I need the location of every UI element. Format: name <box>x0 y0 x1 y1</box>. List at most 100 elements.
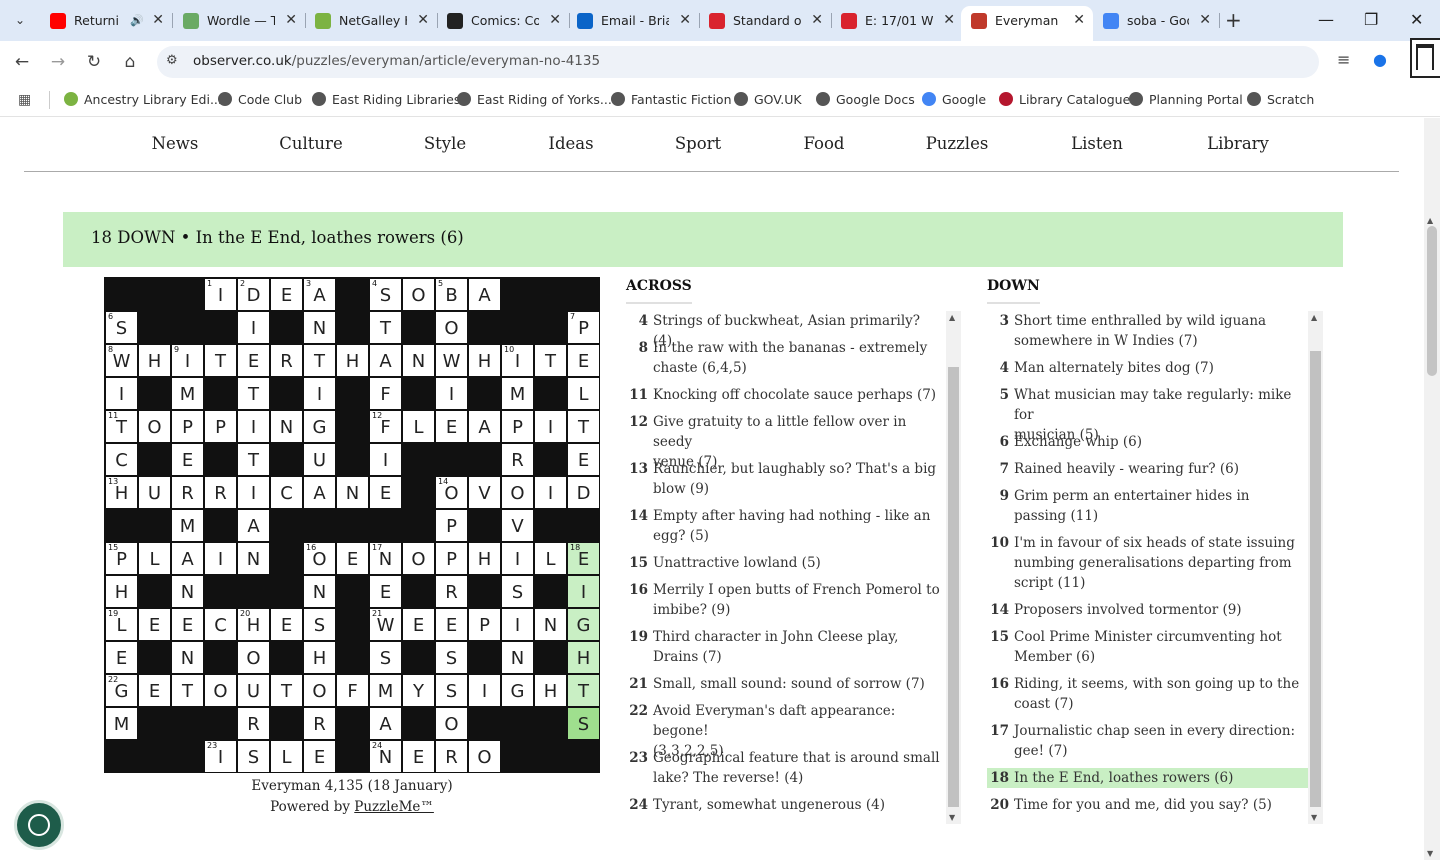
clue-down-15[interactable]: 15 Cool Prime Minister circumventing hot M… <box>987 627 1308 667</box>
grid-cell[interactable]: T <box>172 675 203 706</box>
grid-cell[interactable]: A <box>370 345 401 376</box>
grid-cell[interactable]: I <box>238 312 269 343</box>
clue-across-19[interactable]: 19 Third character in John Cleese play, Dr… <box>626 627 942 667</box>
grid-cell[interactable]: 4S <box>370 279 401 310</box>
grid-cell[interactable]: 14 O <box>436 477 467 508</box>
across-clue-list[interactable]: 4 Strings of buckwheat, Asian primarily? … <box>626 311 942 824</box>
close-tab-icon[interactable]: ✕ <box>1073 6 1085 35</box>
grid-cell[interactable]: E <box>172 609 203 640</box>
clue-down-3[interactable]: 3 Short time enthralled by wild iguana som… <box>987 311 1308 351</box>
nav-puzzles[interactable]: Puzzles <box>926 134 989 153</box>
close-tab-icon[interactable]: ✕ <box>679 6 691 35</box>
grid-cell[interactable]: E <box>304 741 335 772</box>
clue-down-5[interactable]: 5 What musician may take regularly: mike … <box>987 385 1308 443</box>
puzzleme-link[interactable]: PuzzleMe™ <box>354 799 434 815</box>
grid-cell[interactable]: L <box>403 411 434 442</box>
forward-icon[interactable]: → <box>46 50 70 74</box>
audio-icon[interactable]: 🔊 <box>130 6 144 35</box>
grid-cell[interactable]: P <box>172 411 203 442</box>
grid-cell[interactable]: V <box>469 477 500 508</box>
tab-2[interactable]: Wordle — T ✕ <box>173 6 306 35</box>
cookie-settings-button[interactable] <box>14 800 64 850</box>
grid-cell[interactable]: E <box>139 675 170 706</box>
grid-cell[interactable]: L <box>271 741 302 772</box>
grid-cell[interactable]: R <box>205 477 236 508</box>
clue-down-20[interactable]: 20 Time for you and me, did you say? (5) <box>987 795 1308 815</box>
grid-cell[interactable]: N <box>271 411 302 442</box>
nav-ideas[interactable]: Ideas <box>548 134 593 153</box>
grid-cell[interactable]: G <box>568 609 599 640</box>
grid-cell[interactable]: H <box>535 675 566 706</box>
grid-cell[interactable]: T <box>238 444 269 475</box>
grid-cell[interactable]: I <box>238 411 269 442</box>
clue-across-22[interactable]: 22 Avoid Everyman's daft appearance: bego… <box>626 701 942 759</box>
grid-cell[interactable]: A <box>238 510 269 541</box>
nav-style[interactable]: Style <box>424 134 466 153</box>
grid-cell[interactable]: E <box>370 477 401 508</box>
grid-cell[interactable]: O <box>205 675 236 706</box>
grid-cell[interactable]: O <box>238 642 269 673</box>
close-tab-icon[interactable]: ✕ <box>1199 6 1211 35</box>
grid-cell[interactable]: I <box>106 378 137 409</box>
grid-cell[interactable]: 10 I <box>502 345 533 376</box>
grid-cell[interactable]: T <box>238 378 269 409</box>
grid-cell[interactable]: 17 N <box>370 543 401 574</box>
clue-across-13[interactable]: 13 Raunchier, but laughably so? That's a … <box>626 459 942 499</box>
bookmark-2[interactable]: Code Club <box>218 92 302 107</box>
grid-cell[interactable]: O <box>469 741 500 772</box>
down-clue-list[interactable]: 3 Short time enthralled by wild iguana som… <box>987 311 1308 824</box>
grid-cell[interactable]: H <box>568 642 599 673</box>
grid-cell[interactable]: R <box>271 345 302 376</box>
tab-3[interactable]: NetGalley H ✕ <box>305 6 438 35</box>
grid-cell[interactable]: H <box>139 345 170 376</box>
grid-cell[interactable]: F <box>337 675 368 706</box>
grid-cell[interactable]: G <box>502 675 533 706</box>
grid-cell[interactable]: T <box>568 675 599 706</box>
grid-cell[interactable]: C <box>205 609 236 640</box>
crossword-grid[interactable]: 1 I 2 D E 3 A 4 S O 5 B A 6 S I N T O 7 P 8 W H 9 I T E R T H A N W H 10 I T E… <box>104 277 600 773</box>
grid-cell[interactable]: M <box>502 378 533 409</box>
media-controls-icon[interactable]: ≡ <box>1337 50 1350 69</box>
clue-across-21[interactable]: 21 Small, small sound: sound of sorrow (7… <box>626 674 942 694</box>
clue-across-24[interactable]: 24 Tyrant, somewhat ungenerous (4) <box>626 795 942 815</box>
tab-4[interactable]: Comics: Co ✕ <box>437 6 570 35</box>
grid-cell[interactable]: O <box>403 543 434 574</box>
back-icon[interactable]: ← <box>10 50 34 74</box>
grid-cell[interactable]: P <box>205 411 236 442</box>
extension-icon[interactable] <box>1410 38 1440 78</box>
grid-cell[interactable]: 12 F <box>370 411 401 442</box>
grid-cell[interactable]: 8W <box>106 345 137 376</box>
nav-news[interactable]: News <box>152 134 199 153</box>
clue-down-7[interactable]: 7 Rained heavily - wearing fur? (6) <box>987 459 1308 479</box>
clue-across-14[interactable]: 14 Empty after having had nothing - like … <box>626 506 942 546</box>
close-tab-icon[interactable]: ✕ <box>417 6 429 35</box>
grid-cell[interactable]: I <box>238 477 269 508</box>
nav-sport[interactable]: Sport <box>675 134 721 153</box>
grid-cell[interactable]: 24 N <box>370 741 401 772</box>
grid-cell[interactable]: I <box>502 609 533 640</box>
grid-cell[interactable]: L <box>139 543 170 574</box>
clue-down-4[interactable]: 4 Man alternately bites dog (7) <box>987 358 1308 378</box>
grid-cell[interactable]: N <box>238 543 269 574</box>
grid-cell[interactable]: T <box>370 312 401 343</box>
grid-cell[interactable]: A <box>469 279 500 310</box>
grid-cell[interactable]: W <box>436 345 467 376</box>
grid-cell[interactable]: M <box>106 708 137 739</box>
clue-across-16[interactable]: 16 Merrily I open butts of French Pomerol… <box>626 580 942 620</box>
grid-cell[interactable]: E <box>568 444 599 475</box>
nav-food[interactable]: Food <box>804 134 845 153</box>
grid-cell[interactable]: E <box>436 411 467 442</box>
grid-cell[interactable]: I <box>535 411 566 442</box>
address-bar[interactable]: ⚙ observer.co.uk/puzzles/everyman/articl… <box>157 46 1319 78</box>
clue-across-12[interactable]: 12 Give gratuity to a little fellow over … <box>626 412 942 470</box>
bookmark-8[interactable]: Google <box>922 92 986 107</box>
grid-cell[interactable]: 21 W <box>370 609 401 640</box>
grid-cell[interactable]: E <box>271 279 302 310</box>
grid-cell[interactable]: E <box>436 609 467 640</box>
grid-cell[interactable]: E <box>568 345 599 376</box>
grid-cell[interactable]: N <box>337 477 368 508</box>
grid-cell[interactable]: E <box>370 576 401 607</box>
clue-down-6[interactable]: 6 Exchange whip (6) <box>987 432 1308 452</box>
grid-cell[interactable]: N <box>535 609 566 640</box>
clue-across-11[interactable]: 11 Knocking off chocolate sauce perhaps (… <box>626 385 942 405</box>
